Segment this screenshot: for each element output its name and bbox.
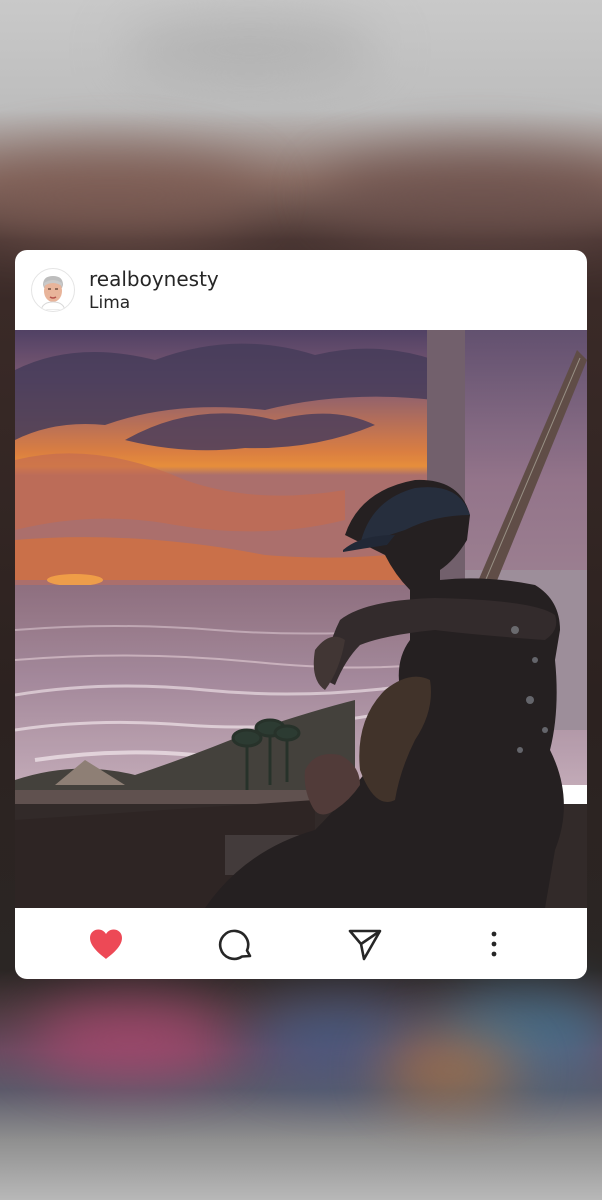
user-info: realboynesty Lima: [89, 267, 219, 314]
send-icon: [348, 929, 382, 961]
heart-icon: [90, 929, 122, 959]
comment-button[interactable]: [216, 924, 256, 964]
comment-icon: [218, 929, 252, 961]
post-preview-card[interactable]: realboynesty Lima: [15, 250, 587, 979]
post-photo-image: [15, 330, 587, 908]
more-vertical-icon: [491, 931, 497, 957]
more-options-button[interactable]: [474, 924, 514, 964]
location[interactable]: Lima: [89, 292, 219, 314]
username[interactable]: realboynesty: [89, 267, 219, 291]
avatar[interactable]: [31, 268, 75, 312]
like-button[interactable]: [86, 924, 126, 964]
share-button[interactable]: [345, 924, 385, 964]
post-header: realboynesty Lima: [15, 250, 587, 330]
post-photo[interactable]: [15, 330, 587, 908]
post-actions: [15, 908, 587, 979]
